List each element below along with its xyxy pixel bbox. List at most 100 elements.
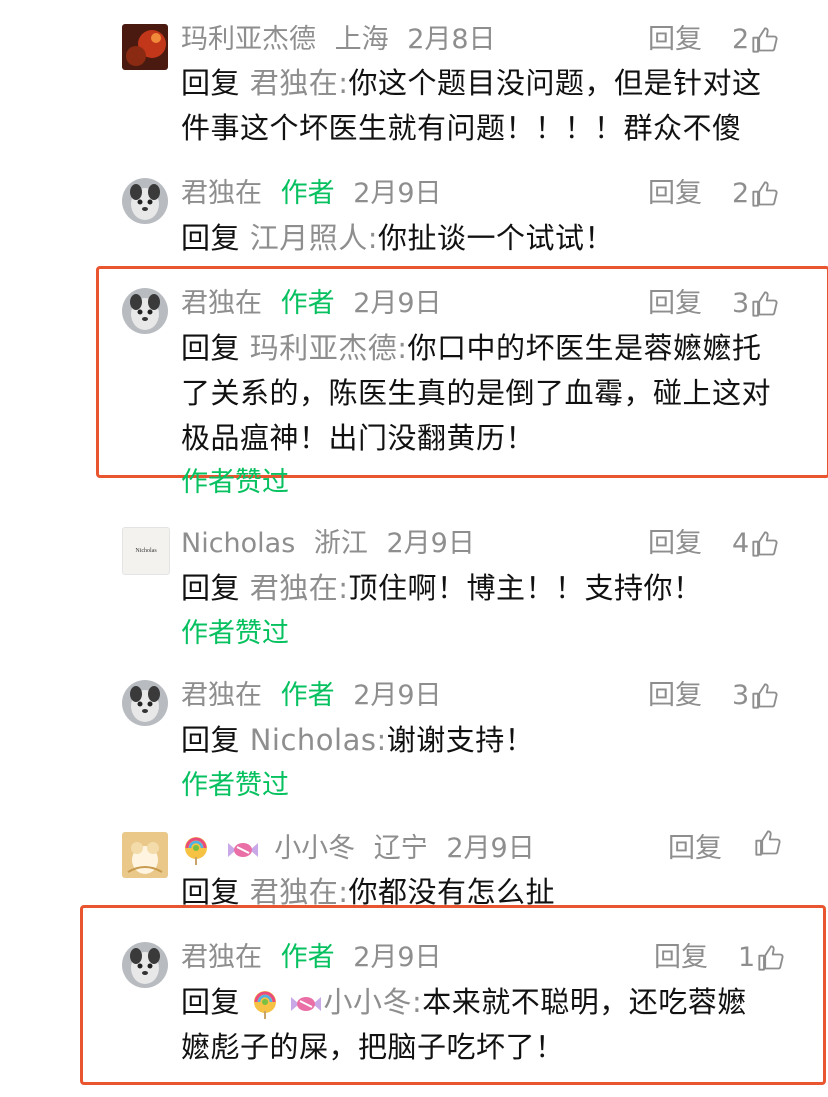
comment-text-line2: 了关系的，陈医生真的是倒了血霉，碰上这对 xyxy=(181,376,772,410)
comment-date: 2月9日 xyxy=(446,833,535,864)
author-badge: 作者 xyxy=(280,680,335,711)
like-count: 4 xyxy=(732,528,750,559)
reply-prefix: 回复 xyxy=(181,723,241,757)
reply-button[interactable]: 回复 xyxy=(648,524,702,564)
like-button[interactable]: 1 xyxy=(738,938,785,978)
commenter-name[interactable]: 玛利亚杰德 xyxy=(181,24,316,55)
comment-location: 辽宁 xyxy=(373,833,428,864)
comment-meta: 玛利亚杰德 上海 2月8日 xyxy=(181,20,798,60)
comment-text-line1: 你都没有怎么扯 xyxy=(348,875,556,906)
like-button[interactable]: 3 xyxy=(732,676,779,716)
comment-date: 2月9日 xyxy=(353,680,442,711)
comment-body: 回复 Nicholas:谢谢支持！ xyxy=(181,718,781,763)
comment-location: 上海 xyxy=(334,24,389,55)
candy-icon xyxy=(227,842,258,857)
thumbs-up-icon xyxy=(752,27,778,53)
author-liked-label: 作者赞过 xyxy=(181,618,289,649)
comment-text-line1: 你口中的坏医生是蓉嬷嬷托 xyxy=(407,331,762,365)
comment-meta: 君独在 作者 2月9日 xyxy=(181,676,798,716)
reply-target[interactable]: 江月照人: xyxy=(250,221,378,255)
comment-body: 回复 君独在:你这个题目没问题，但是针对这 件事这个坏医生就有问题！！！！群众不… xyxy=(181,61,781,151)
like-count: 3 xyxy=(732,288,750,319)
comment-body: 回复 君独在:你都没有怎么扯 xyxy=(181,870,781,906)
like-count: 2 xyxy=(732,24,750,55)
avatar[interactable] xyxy=(122,832,168,878)
reply-prefix: 回复 xyxy=(181,985,241,1019)
comment-text-line1: 顶住啊！博主！！支持你！ xyxy=(348,571,703,605)
reply-prefix: 回复 xyxy=(181,331,241,365)
comment-text-line3: 极品瘟神！出门没翻黄历！ xyxy=(181,421,536,455)
like-button[interactable]: 4 xyxy=(732,524,779,564)
comment-text-line2: 嬷彪子的屎，把脑子吃坏了！ xyxy=(181,1030,565,1064)
comment-body: 回复 江月照人:你扯谈一个试试！ xyxy=(181,216,781,261)
reply-prefix: 回复 xyxy=(181,66,241,100)
like-button[interactable]: 3 xyxy=(732,284,779,324)
reply-prefix: 回复 xyxy=(181,875,241,906)
candy-icon xyxy=(291,997,322,1011)
thumbs-up-icon xyxy=(752,531,778,557)
reply-button[interactable]: 回复 xyxy=(648,676,702,716)
comment-date: 2月9日 xyxy=(353,942,442,973)
commenter-name[interactable]: 君独在 xyxy=(181,680,262,711)
commenter-name[interactable]: 小小冬 xyxy=(274,833,355,864)
comment-body: 回复 玛利亚杰德:你口中的坏医生是蓉嬷嬷托 了关系的，陈医生真的是倒了血霉，碰上… xyxy=(181,326,781,461)
reply-button[interactable]: 回复 xyxy=(654,938,708,978)
comment-text-line2: 件事这个坏医生就有问题！！！！群众不傻 xyxy=(181,111,742,145)
reply-button[interactable]: 回复 xyxy=(648,20,702,60)
like-button[interactable]: 2 xyxy=(732,20,779,60)
thumbs-up-icon xyxy=(755,830,781,856)
like-count: 1 xyxy=(738,942,756,973)
thumbs-up-icon xyxy=(752,181,778,207)
avatar[interactable] xyxy=(122,288,168,334)
comment-text-line1: 你这个题目没问题，但是针对这 xyxy=(348,66,762,100)
comment-meta: 君独在 作者 2月9日 xyxy=(181,284,798,324)
commenter-name[interactable]: 君独在 xyxy=(181,942,262,973)
reply-prefix: 回复 xyxy=(181,221,241,255)
avatar[interactable] xyxy=(122,24,168,70)
author-badge: 作者 xyxy=(280,942,335,973)
like-button[interactable] xyxy=(752,829,782,857)
thumbs-up-icon xyxy=(758,945,784,971)
like-count: 2 xyxy=(732,178,750,209)
reply-target[interactable]: 玛利亚杰德: xyxy=(250,331,408,365)
avatar[interactable]: Nicholas xyxy=(122,527,170,575)
avatar[interactable] xyxy=(122,178,168,224)
reply-prefix: 回复 xyxy=(181,571,241,605)
author-badge: 作者 xyxy=(280,288,335,319)
commenter-name[interactable]: 君独在 xyxy=(181,288,262,319)
reply-button[interactable]: 回复 xyxy=(668,829,722,869)
comment-meta: Nicholas 浙江 2月9日 xyxy=(181,524,798,564)
reply-target[interactable]: Nicholas: xyxy=(250,723,387,757)
avatar[interactable] xyxy=(122,942,168,988)
comment-date: 2月8日 xyxy=(407,24,496,55)
thumbs-up-icon xyxy=(752,683,778,709)
comment-text-line1: 你扯谈一个试试！ xyxy=(378,221,615,255)
comment-date: 2月9日 xyxy=(353,288,442,319)
reply-target[interactable]: 小小冬: xyxy=(323,985,422,1019)
author-liked-label: 作者赞过 xyxy=(181,770,289,801)
commenter-name[interactable]: Nicholas xyxy=(181,528,295,559)
comment-date: 2月9日 xyxy=(353,178,442,209)
commenter-name[interactable]: 君独在 xyxy=(181,178,262,209)
reply-button[interactable]: 回复 xyxy=(648,174,702,214)
author-liked-label: 作者赞过 xyxy=(181,467,289,498)
lollipop-icon xyxy=(253,991,276,1019)
comment-location: 浙江 xyxy=(313,528,368,559)
reply-target[interactable]: 君独在: xyxy=(250,875,349,906)
avatar[interactable] xyxy=(122,680,168,726)
like-button[interactable]: 2 xyxy=(732,174,779,214)
comment-text-line1: 本来就不聪明，还吃蓉嬷 xyxy=(422,985,747,1019)
comment-date: 2月9日 xyxy=(386,528,475,559)
comment-body: 回复 小小冬:本来就不聪明，还吃蓉嬷 嬷彪子的屎，把脑子吃坏了！ xyxy=(181,980,781,1070)
thumbs-up-icon xyxy=(752,291,778,317)
like-count: 3 xyxy=(732,680,750,711)
avatar-text: Nicholas xyxy=(135,548,157,554)
lollipop-icon xyxy=(185,836,207,865)
author-badge: 作者 xyxy=(280,178,335,209)
comment-meta: 君独在 作者 2月9日 xyxy=(181,174,798,214)
reply-target[interactable]: 君独在: xyxy=(250,571,349,605)
comment-text-line1: 谢谢支持！ xyxy=(386,723,535,757)
reply-target[interactable]: 君独在: xyxy=(250,66,349,100)
comment-body: 回复 君独在:顶住啊！博主！！支持你！ xyxy=(181,566,781,611)
reply-button[interactable]: 回复 xyxy=(648,284,702,324)
